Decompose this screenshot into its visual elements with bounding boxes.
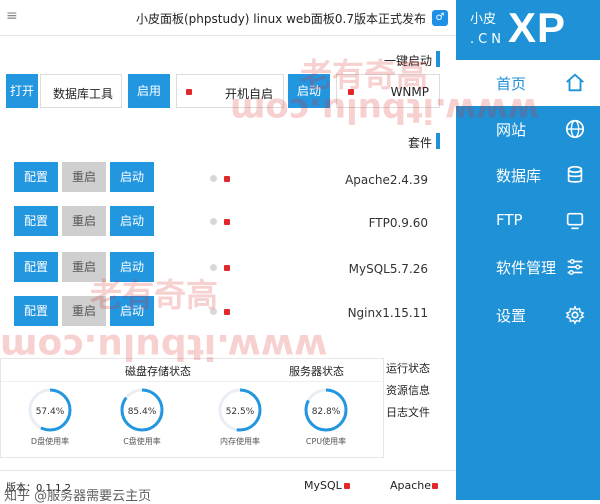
menu-icon[interactable]: ≡ [6,8,18,24]
globe-icon [565,119,585,139]
title-bar: ≡ 小皮面板(phpstudy) linux web面板0.7版本正式发布 ♂ [0,0,456,36]
suites-heading-text: 套件 [407,136,432,150]
suite-name: MySQL5.7.26 [348,262,428,276]
sidebar-item-label: 数据库 [496,167,542,185]
gauge-value: 57.4% [36,407,65,417]
gauge-label: CPU使用率 [305,437,347,446]
suite-status-dot [224,309,230,315]
sidebar-item-label: FTP [496,211,523,229]
suite-restart-button[interactable]: 重启 [62,206,106,236]
autostart-status-dot [186,89,192,95]
logo-domain-text: .CN [470,32,505,47]
suites-heading: 套件 [300,130,440,152]
gauge-label: 内存使用率 [220,437,260,446]
gauge-value: 52.5% [226,407,255,417]
suite-name: Nginx1.15.11 [347,306,428,320]
tab-log-files[interactable]: 日志文件 [386,404,446,424]
gauge-2: 85.4% [118,386,166,434]
gauge-label: C盘使用率 [123,437,161,446]
apache-status-dot [432,483,438,489]
watermark-url-top: www.itbulu.com [230,90,540,130]
heading-accent [436,133,440,149]
sidebar: 小皮 .CN XP 首页 网站 数据库 FTP 软件管理 设置 [456,0,600,500]
monitor-icon [566,212,584,230]
logo: 小皮 .CN XP [456,0,600,58]
suite-config-button[interactable]: 配置 [14,206,58,236]
suite-start-button[interactable]: 启动 [110,206,154,236]
suite-config-button[interactable]: 配置 [14,296,58,326]
suite-name: FTP0.9.60 [368,216,428,230]
suite-config-button[interactable]: 配置 [14,252,58,282]
gauge-3: 57.4% [26,386,74,434]
footer: Apache MySQL 版本：0.1.1.2 知乎 @服务器需要云主页 [0,470,456,504]
sidebar-item-label: 设置 [496,307,527,325]
watermark-mid: 老有奇高 [90,276,219,314]
suite-name: Apache2.4.39 [345,173,428,187]
logo-small-text: 小皮 [470,12,497,27]
gauge-1: 52.5% [216,386,264,434]
footer-zhihu-credit: 知乎 @服务器需要云主页 [4,489,152,504]
home-icon [566,73,584,92]
suite-indicator [210,175,217,182]
status-tabs: 运行状态 资源信息 日志文件 [386,358,446,426]
database-icon [567,165,583,183]
gauge-label: D盘使用率 [30,437,70,446]
suite-status-dot [224,176,230,182]
sidebar-item-label: 软件管理 [496,259,557,277]
gauge-value: 85.4% [128,407,157,417]
heading-accent [436,51,440,67]
window-title: 小皮面板(phpstudy) linux web面板0.7版本正式发布 [136,12,426,26]
autostart-enable-button[interactable]: 启用 [128,74,170,108]
suite-config-button[interactable]: 配置 [14,162,58,192]
tab-running-status[interactable]: 运行状态 [386,360,446,380]
gear-icon [565,305,585,325]
sliders-icon [567,258,583,276]
dbtool-open-button[interactable]: 打开 [6,74,38,108]
sidebar-item-database[interactable]: 数据库 [456,152,600,198]
footer-apache: Apache [390,479,432,492]
footer-mysql: MySQL [304,479,342,492]
gauge-0: 82.8% [302,386,350,434]
dbtool-box: 数据库工具 [40,74,122,108]
sidebar-item-settings[interactable]: 设置 [456,292,600,338]
gauge-value: 82.8% [312,407,341,417]
sidebar-item-ftp[interactable]: FTP [456,198,600,244]
mysql-status-dot [344,483,350,489]
watermark-url-mid: www.itbulu.com [0,326,328,367]
dbtool-label: 数据库工具 [52,87,113,101]
sidebar-item-software[interactable]: 软件管理 [456,244,600,290]
suite-status-dot [224,219,230,225]
suite-restart-button[interactable]: 重启 [62,162,106,192]
suite-start-button[interactable]: 启动 [110,162,154,192]
divider [1,381,385,382]
logo-brand: XP [508,4,567,51]
suite-indicator [210,218,217,225]
suite-status-dot [224,265,230,271]
tab-resource-info[interactable]: 资源信息 [386,382,446,402]
app-icon: ♂ [432,10,448,26]
